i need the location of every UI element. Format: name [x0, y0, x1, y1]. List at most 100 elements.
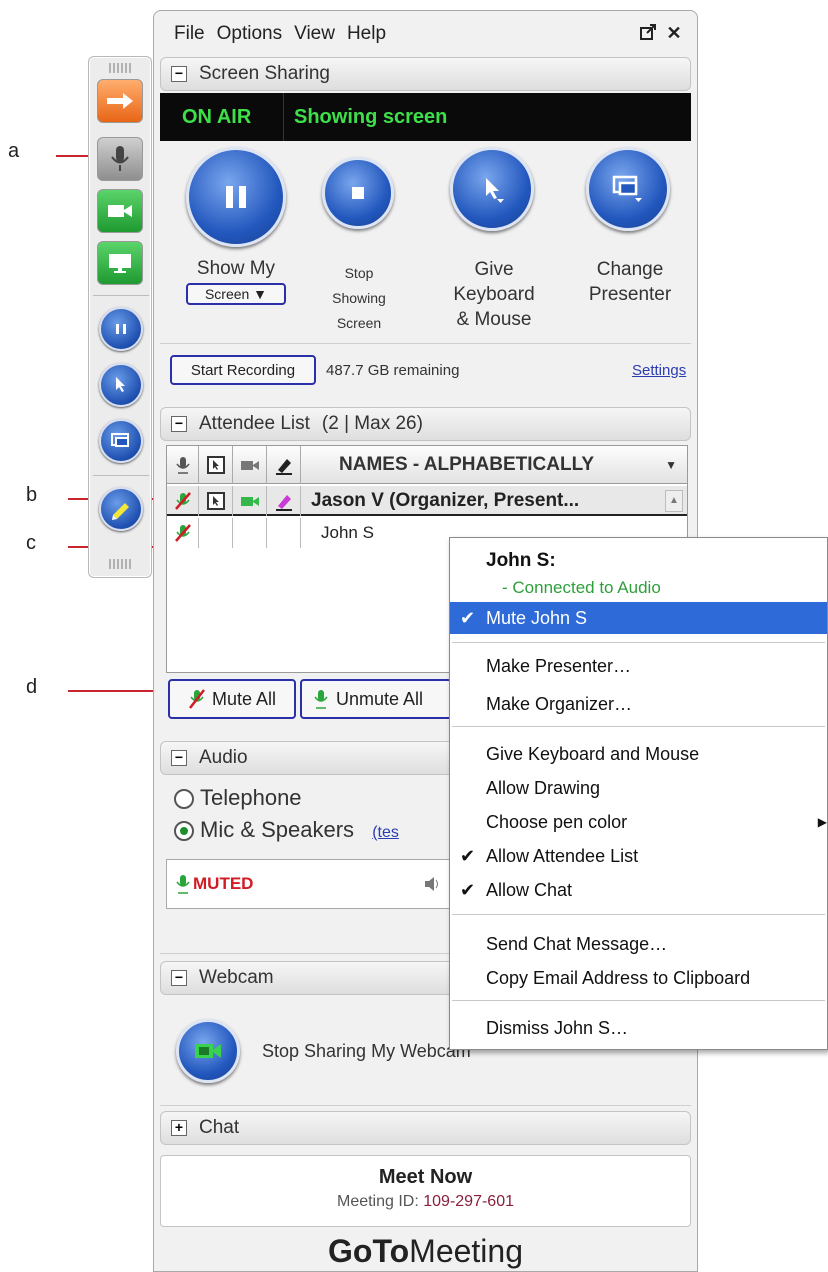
stop-webcam-button[interactable] [176, 1019, 240, 1083]
menu-item-label: Allow Attendee List [486, 845, 639, 866]
menu-help[interactable]: Help [347, 23, 386, 45]
screen-dropdown[interactable]: Screen ▼ [186, 283, 286, 305]
chevron-down-icon: ▼ [665, 458, 677, 472]
menu-item-mute[interactable]: ✔ Mute John S [450, 602, 827, 634]
storage-remaining: 487.7 GB remaining [326, 362, 460, 379]
names-sort-header[interactable]: NAMES - ALPHABETICALLY ▼ [301, 446, 689, 484]
menu-item-give-keyboard[interactable]: Give Keyboard and Mouse [450, 738, 827, 770]
cursor-icon [486, 178, 504, 203]
table-row[interactable]: Jason V (Organizer, Present... ▲ [167, 486, 687, 516]
mute-all-button[interactable]: Mute All [168, 679, 296, 719]
change-presenter-big-button[interactable] [586, 147, 670, 231]
webcam-icon [240, 461, 259, 470]
callout-label-c: c [26, 532, 36, 554]
attendee-list-header[interactable]: − Attendee List (2 | Max 26) [160, 407, 691, 441]
screen-share-button[interactable] [97, 241, 143, 285]
muted-mic-icon[interactable] [167, 486, 199, 516]
screen-cursor-icon[interactable] [199, 486, 233, 516]
stop-icon [352, 187, 364, 199]
section-title: Attendee List [199, 413, 310, 434]
close-icon[interactable]: ✕ [664, 23, 684, 43]
start-recording-button[interactable]: Start Recording [170, 355, 316, 385]
floating-toolbar [88, 56, 152, 578]
muted-mic-icon [188, 689, 205, 709]
pen-icon[interactable] [267, 486, 301, 516]
menu-item-allow-chat[interactable]: ✔ Allow Chat [450, 874, 827, 906]
chat-header[interactable]: + Chat [160, 1111, 691, 1145]
menu-separator [452, 642, 825, 643]
label-line: Keyboard [453, 284, 535, 305]
menu-file[interactable]: File [174, 23, 205, 45]
scroll-up-icon[interactable]: ▲ [665, 490, 683, 512]
stop-sharing-button[interactable] [322, 157, 394, 229]
drawing-tools-button[interactable] [99, 487, 143, 531]
settings-link[interactable]: Settings [632, 362, 686, 379]
keyboard-column-header[interactable] [199, 446, 233, 484]
toolbar-grip-bottom[interactable] [109, 559, 131, 569]
change-presenter-button[interactable] [99, 419, 143, 463]
collapse-toggle[interactable]: − [171, 750, 187, 766]
popout-icon [640, 24, 656, 40]
pause-sharing-button[interactable] [99, 307, 143, 351]
toolbar-divider [93, 475, 149, 476]
divider [160, 1105, 691, 1106]
sharing-status: Showing screen [294, 105, 448, 128]
webcam-icon[interactable] [233, 486, 267, 516]
expand-toggle[interactable]: + [171, 1120, 187, 1136]
telephone-option[interactable]: Telephone [174, 785, 302, 811]
cursor-icon [116, 377, 125, 392]
arrow-right-button[interactable] [97, 79, 143, 123]
menu-item-label: Allow Drawing [486, 777, 601, 798]
menu-item-make-presenter[interactable]: Make Presenter… [450, 650, 827, 682]
callout-label-d: d [26, 676, 38, 698]
attendee-name[interactable]: Jason V (Organizer, Present... [301, 486, 663, 516]
empty-cell [233, 518, 267, 548]
audio-column-header[interactable] [167, 446, 199, 484]
empty-cell [267, 518, 301, 548]
label-line: Give [474, 259, 514, 280]
submenu-arrow-icon: ▶ [817, 815, 827, 829]
brand-light: Meeting [409, 1233, 523, 1269]
on-air-bar: ON AIR Showing screen [160, 93, 691, 141]
menu-item-allow-attendee-list[interactable]: ✔ Allow Attendee List [450, 840, 827, 872]
muted-mic-icon[interactable] [167, 518, 199, 548]
collapse-toggle[interactable]: − [171, 970, 187, 986]
unmute-all-button[interactable]: Unmute All [300, 679, 452, 719]
keyboard-mouse-button[interactable] [99, 363, 143, 407]
menu-item-dismiss[interactable]: Dismiss John S… [450, 1012, 827, 1044]
microphone-icon [314, 690, 328, 709]
menu-item-send-chat[interactable]: Send Chat Message… [450, 928, 827, 960]
webcam-column-header[interactable] [233, 446, 267, 484]
menu-item-pen-color[interactable]: Choose pen color ▶ [450, 806, 827, 838]
menu-item-label: Allow Chat [486, 879, 573, 900]
menu-item-make-organizer[interactable]: Make Organizer… [450, 688, 827, 720]
menu-view[interactable]: View [294, 23, 335, 45]
audio-connection-status: - Connected to Audio [502, 578, 661, 597]
menu-item-label: Send Chat Message… [486, 933, 668, 954]
screen-sharing-header[interactable]: − Screen Sharing [160, 57, 691, 91]
menu-item-allow-drawing[interactable]: Allow Drawing [450, 772, 827, 804]
stop-sharing-webcam-label[interactable]: Stop Sharing My Webcam [262, 1041, 471, 1062]
webcam-button[interactable] [97, 189, 143, 233]
radio-button[interactable] [174, 789, 194, 810]
mic-speakers-option[interactable]: Mic & Speakers (tes [174, 817, 399, 843]
collapse-toggle[interactable]: − [171, 66, 187, 82]
test-link[interactable]: (tes [372, 824, 399, 841]
collapse-toggle[interactable]: − [171, 416, 187, 432]
section-title: Screen Sharing [199, 63, 330, 84]
menu-item-label: Make Organizer… [486, 693, 633, 714]
menu-item-copy-email[interactable]: Copy Email Address to Clipboard [450, 962, 827, 994]
option-label: Mic & Speakers [200, 817, 355, 842]
pause-screen-button[interactable] [186, 147, 286, 247]
label-line: Showing [332, 290, 386, 306]
drawing-column-header[interactable] [267, 446, 301, 484]
presenter-icon [612, 175, 642, 202]
menu-item-label: Copy Email Address to Clipboard [486, 967, 751, 988]
give-keyboard-mouse-button[interactable] [450, 147, 534, 231]
toolbar-grip-top[interactable] [109, 63, 131, 73]
menu-options[interactable]: Options [217, 23, 282, 45]
microphone-button[interactable] [97, 137, 143, 181]
radio-button[interactable] [174, 821, 194, 842]
check-icon: ✔ [460, 607, 476, 628]
popout-button[interactable] [638, 23, 658, 43]
